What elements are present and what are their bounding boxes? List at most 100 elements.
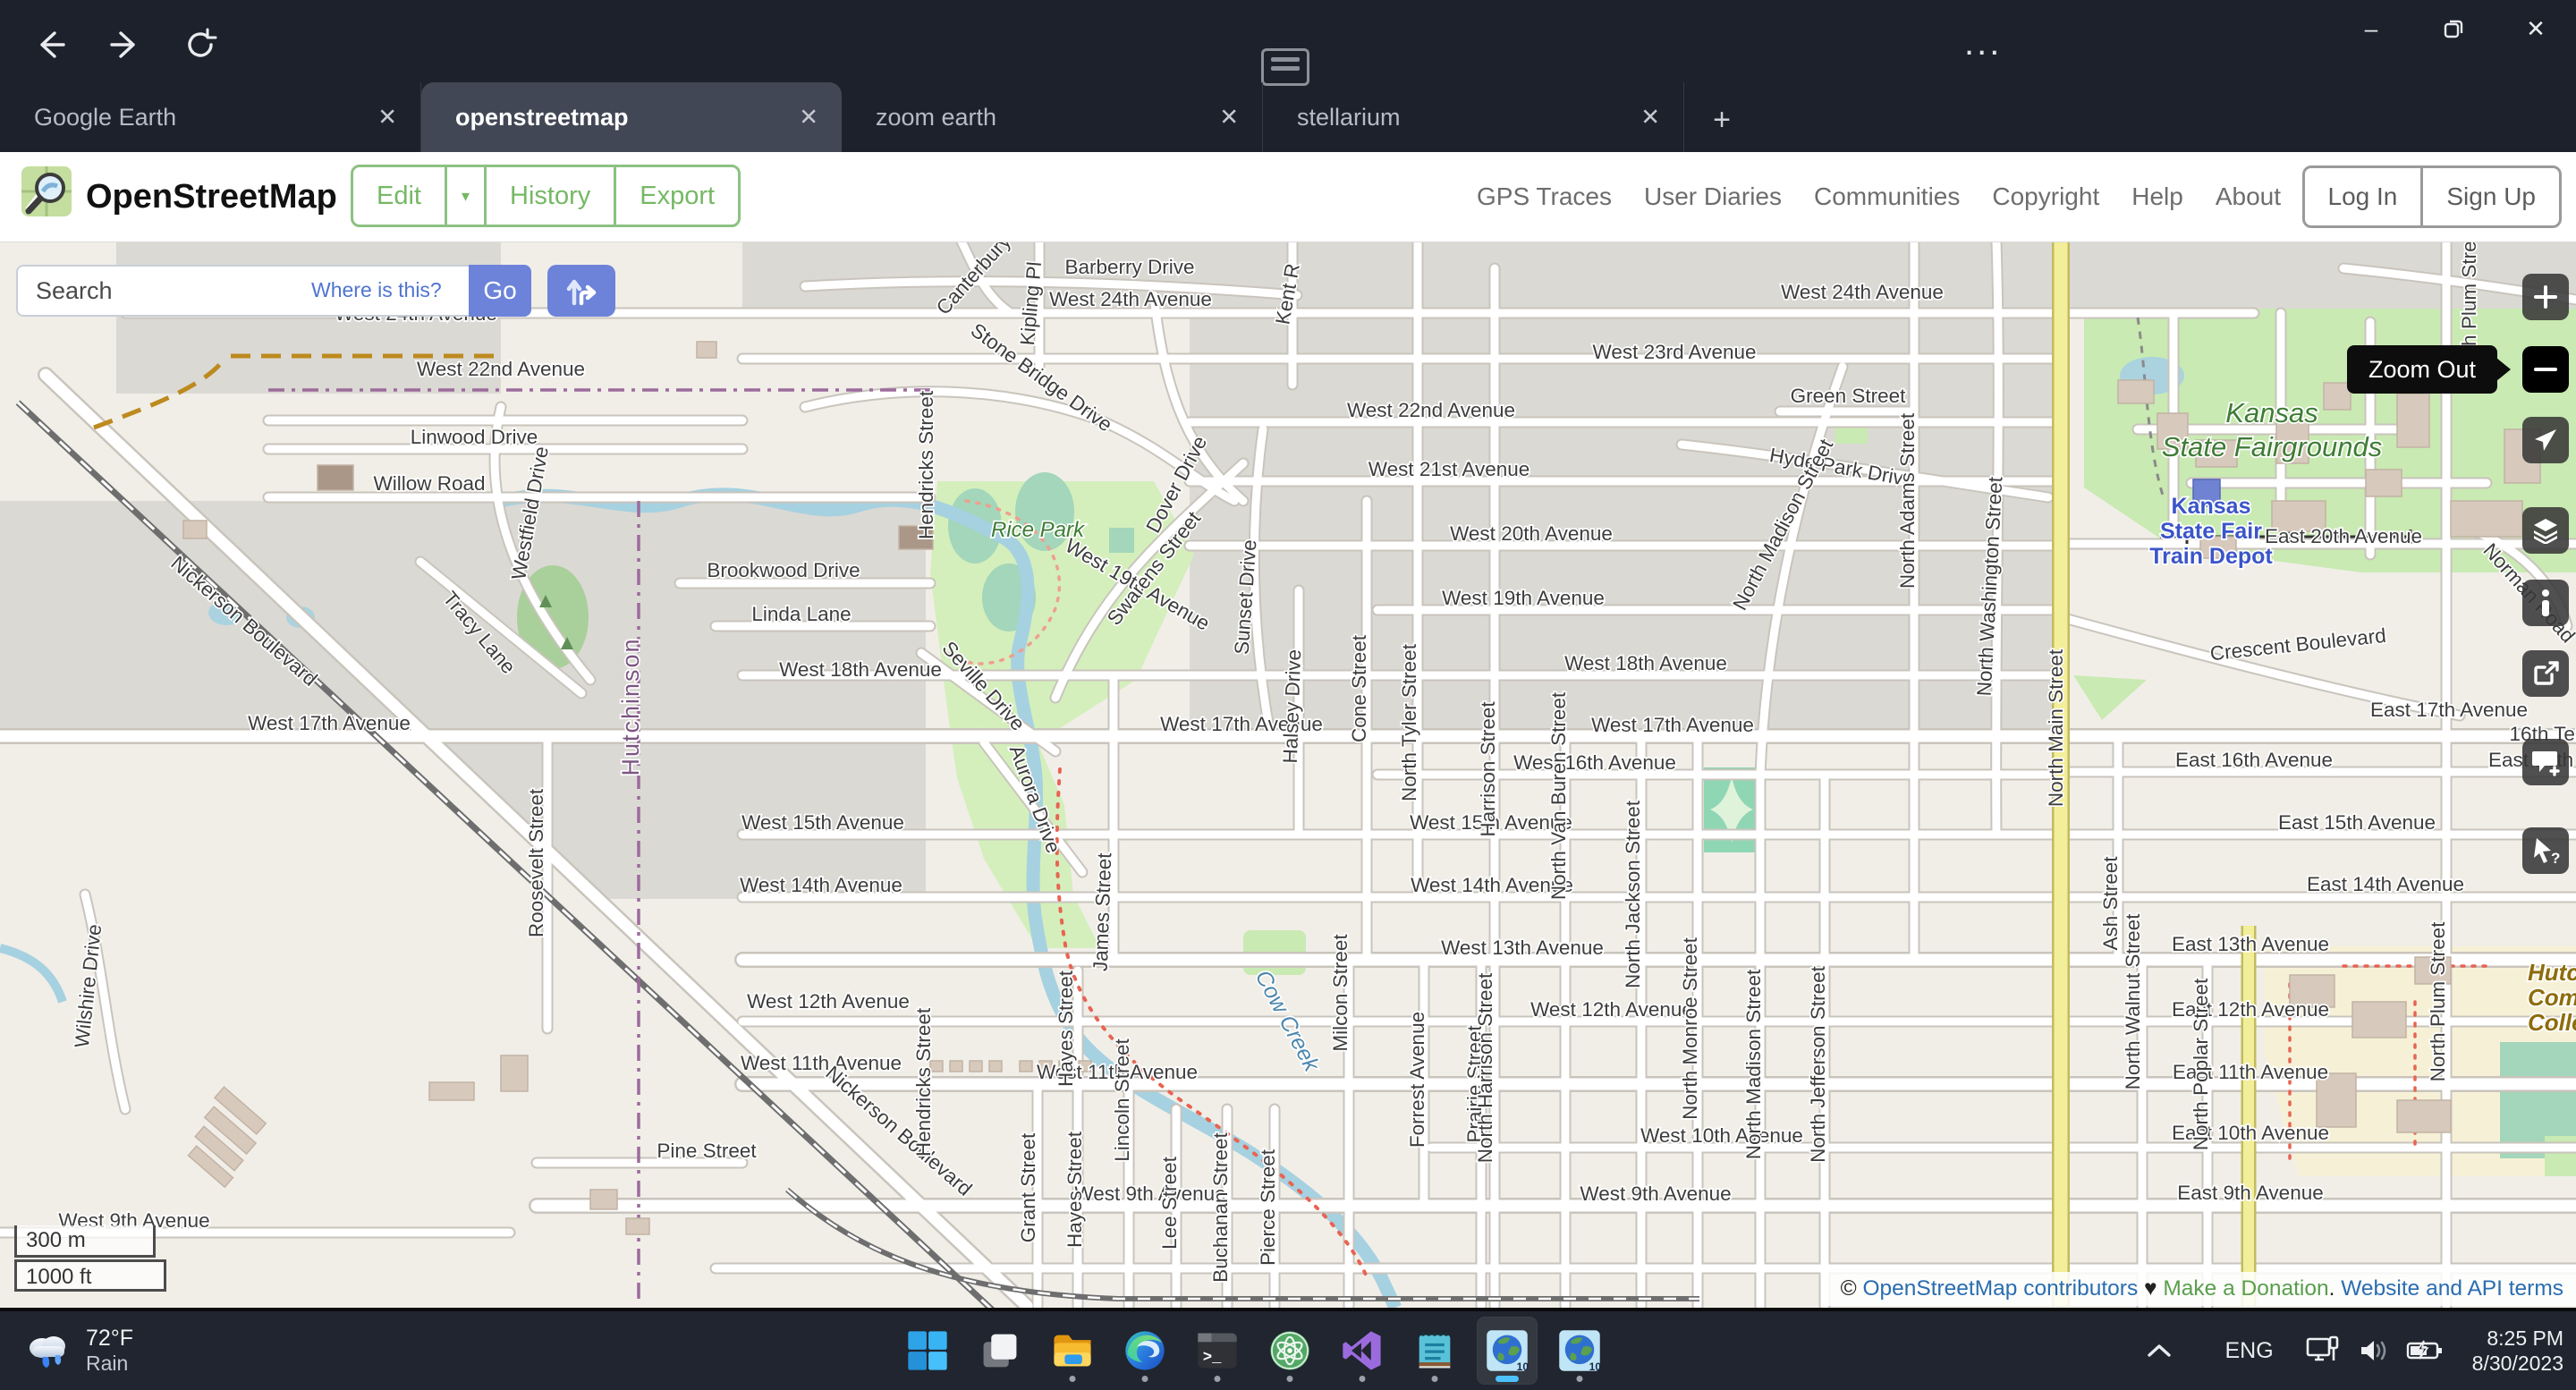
scale-metric: 300 m bbox=[14, 1225, 156, 1258]
svg-text:West 17th Avenue: West 17th Avenue bbox=[248, 712, 411, 734]
running-indicator bbox=[1360, 1376, 1366, 1382]
taskbar-app-atom-icon[interactable] bbox=[1260, 1318, 1319, 1384]
new-tab-button[interactable]: + bbox=[1697, 95, 1747, 145]
svg-text:North Poplar Street: North Poplar Street bbox=[2190, 978, 2212, 1150]
minimize-button[interactable]: – bbox=[2331, 0, 2411, 57]
clock[interactable]: 8:25 PM 8/30/2023 bbox=[2472, 1326, 2563, 1376]
svg-text:West 23rd Avenue: West 23rd Avenue bbox=[1592, 341, 1756, 363]
taskbar-app-edge-icon[interactable] bbox=[1115, 1318, 1174, 1384]
taskbar-app-earth-viewer-icon[interactable]: 10 bbox=[1478, 1318, 1537, 1384]
svg-text:West 22nd Avenue: West 22nd Avenue bbox=[1347, 399, 1515, 421]
back-icon[interactable] bbox=[25, 20, 75, 70]
edit-dropdown-icon[interactable]: ▾ bbox=[447, 167, 487, 225]
header-link-help[interactable]: Help bbox=[2131, 182, 2183, 211]
svg-text:State Fair: State Fair bbox=[2160, 519, 2262, 544]
battery-charging-icon[interactable] bbox=[2406, 1339, 2444, 1362]
svg-text:Hayes Street: Hayes Street bbox=[1055, 970, 1077, 1087]
active-indicator bbox=[1496, 1376, 1519, 1382]
language-indicator[interactable]: ENG bbox=[2224, 1338, 2273, 1364]
svg-text:North Main Street: North Main Street bbox=[2045, 648, 2067, 807]
taskbar-app-notepad-icon[interactable] bbox=[1405, 1318, 1464, 1384]
browser-tab[interactable]: openstreetmap✕ bbox=[421, 82, 842, 152]
network-icon[interactable] bbox=[2306, 1335, 2342, 1366]
taskbar-app-visual-studio-icon[interactable] bbox=[1333, 1318, 1392, 1384]
svg-text:West 12th Avenue: West 12th Avenue bbox=[1530, 998, 1693, 1021]
svg-text:West 24th Avenue: West 24th Avenue bbox=[1049, 288, 1212, 310]
map-key-button[interactable] bbox=[2522, 580, 2569, 626]
taskbar-app-earth-viewer-icon[interactable]: 10 bbox=[1550, 1318, 1609, 1384]
where-is-this-link[interactable]: Where is this? bbox=[311, 278, 442, 302]
close-window-button[interactable]: ✕ bbox=[2496, 0, 2576, 57]
svg-text:East 15th Avenue: East 15th Avenue bbox=[2278, 811, 2436, 834]
running-indicator bbox=[1070, 1376, 1076, 1382]
svg-text:Grant Street: Grant Street bbox=[1017, 1132, 1039, 1242]
svg-text:?: ? bbox=[2551, 850, 2560, 865]
svg-text:Brookwood Drive: Brookwood Drive bbox=[707, 559, 860, 581]
scale-control: 300 m 1000 ft bbox=[14, 1225, 166, 1292]
export-button[interactable]: Export bbox=[616, 167, 738, 225]
zoom-out-tooltip: Zoom Out bbox=[2347, 345, 2497, 394]
weather-condition: Rain bbox=[86, 1352, 133, 1376]
history-button[interactable]: History bbox=[487, 167, 616, 225]
query-features-button[interactable]: ? bbox=[2522, 827, 2569, 874]
tab-title: zoom earth bbox=[876, 104, 996, 131]
svg-text:West 17th Avenue: West 17th Avenue bbox=[1591, 714, 1754, 736]
header-link-communities[interactable]: Communities bbox=[1814, 182, 1960, 211]
add-note-button[interactable] bbox=[2522, 739, 2569, 785]
svg-text:East 9th Avenue: East 9th Avenue bbox=[2177, 1182, 2323, 1204]
go-button[interactable]: Go bbox=[469, 265, 531, 317]
share-button[interactable] bbox=[2522, 650, 2569, 697]
svg-text:East 13th Avenue: East 13th Avenue bbox=[2172, 933, 2329, 955]
tab-close-icon[interactable]: ✕ bbox=[370, 100, 404, 135]
header-link-about[interactable]: About bbox=[2216, 182, 2281, 211]
volume-icon[interactable] bbox=[2358, 1337, 2390, 1364]
taskbar-app-terminal-icon[interactable]: >_ bbox=[1188, 1318, 1247, 1384]
svg-text:Community: Community bbox=[2528, 984, 2576, 1011]
svg-text:Hendricks Street: Hendricks Street bbox=[912, 1007, 935, 1157]
search-bar: Where is this? Go bbox=[16, 265, 615, 317]
tab-bar: Google Earth✕openstreetmap✕zoom earth✕st… bbox=[0, 82, 2576, 152]
tray-date: 8/30/2023 bbox=[2472, 1351, 2563, 1376]
taskbar-app-file-explorer-icon[interactable] bbox=[1043, 1318, 1102, 1384]
header-link-user-diaries[interactable]: User Diaries bbox=[1644, 182, 1782, 211]
reload-icon[interactable] bbox=[175, 20, 225, 70]
forward-icon[interactable] bbox=[100, 20, 150, 70]
app-badge: 10 bbox=[1589, 1360, 1601, 1373]
map-tiles: West 24th AvenueWest 24th AvenueWest 24t… bbox=[0, 242, 2576, 1308]
app-badge: 10 bbox=[1517, 1360, 1529, 1373]
tray-overflow-icon[interactable] bbox=[2146, 1342, 2173, 1360]
svg-text:>_: >_ bbox=[1203, 1350, 1222, 1367]
tab-close-icon[interactable]: ✕ bbox=[792, 100, 826, 135]
attribution-link[interactable]: OpenStreetMap contributors bbox=[1862, 1276, 2138, 1301]
map-canvas[interactable]: West 24th AvenueWest 24th AvenueWest 24t… bbox=[0, 242, 2576, 1308]
svg-text:West 12th Avenue: West 12th Avenue bbox=[747, 990, 910, 1013]
svg-text:North Jackson Street: North Jackson Street bbox=[1622, 800, 1644, 988]
attribution-link[interactable]: Make a Donation bbox=[2163, 1276, 2328, 1301]
svg-text:Pine Street: Pine Street bbox=[657, 1140, 757, 1162]
taskbar-weather-widget[interactable]: 72°F Rain bbox=[21, 1311, 133, 1390]
browser-tab[interactable]: stellarium✕ bbox=[1263, 82, 1684, 152]
zoom-out-button[interactable] bbox=[2522, 346, 2569, 393]
zoom-in-button[interactable] bbox=[2522, 274, 2569, 320]
tab-strip-handle-icon[interactable] bbox=[1261, 48, 1309, 86]
taskbar-app-task-view-icon[interactable] bbox=[970, 1318, 1030, 1384]
locate-button[interactable] bbox=[2522, 417, 2569, 463]
browser-menu-icon[interactable]: ... bbox=[1964, 23, 2002, 64]
header-link-copyright[interactable]: Copyright bbox=[1992, 182, 2099, 211]
tab-close-icon[interactable]: ✕ bbox=[1212, 100, 1246, 135]
browser-tab[interactable]: zoom earth ✕ bbox=[842, 82, 1263, 152]
header-link-gps-traces[interactable]: GPS Traces bbox=[1477, 182, 1612, 211]
edit-button[interactable]: Edit bbox=[353, 167, 447, 225]
restore-button[interactable] bbox=[2413, 0, 2494, 57]
tab-close-icon[interactable]: ✕ bbox=[1633, 100, 1667, 135]
attribution-link[interactable]: Website and API terms bbox=[2341, 1276, 2563, 1301]
signup-button[interactable]: Sign Up bbox=[2423, 168, 2559, 225]
browser-tab[interactable]: Google Earth✕ bbox=[0, 82, 421, 152]
layers-button[interactable] bbox=[2522, 507, 2569, 554]
login-button[interactable]: Log In bbox=[2305, 168, 2424, 225]
map-attribution: © OpenStreetMap contributors ♥ Make a Do… bbox=[1828, 1272, 2576, 1306]
edit-button-group: Edit ▾ History Export bbox=[351, 165, 741, 227]
directions-button[interactable] bbox=[547, 265, 615, 317]
attribution-text: ♥ bbox=[2138, 1276, 2163, 1301]
taskbar-app-start-icon[interactable] bbox=[898, 1318, 957, 1384]
